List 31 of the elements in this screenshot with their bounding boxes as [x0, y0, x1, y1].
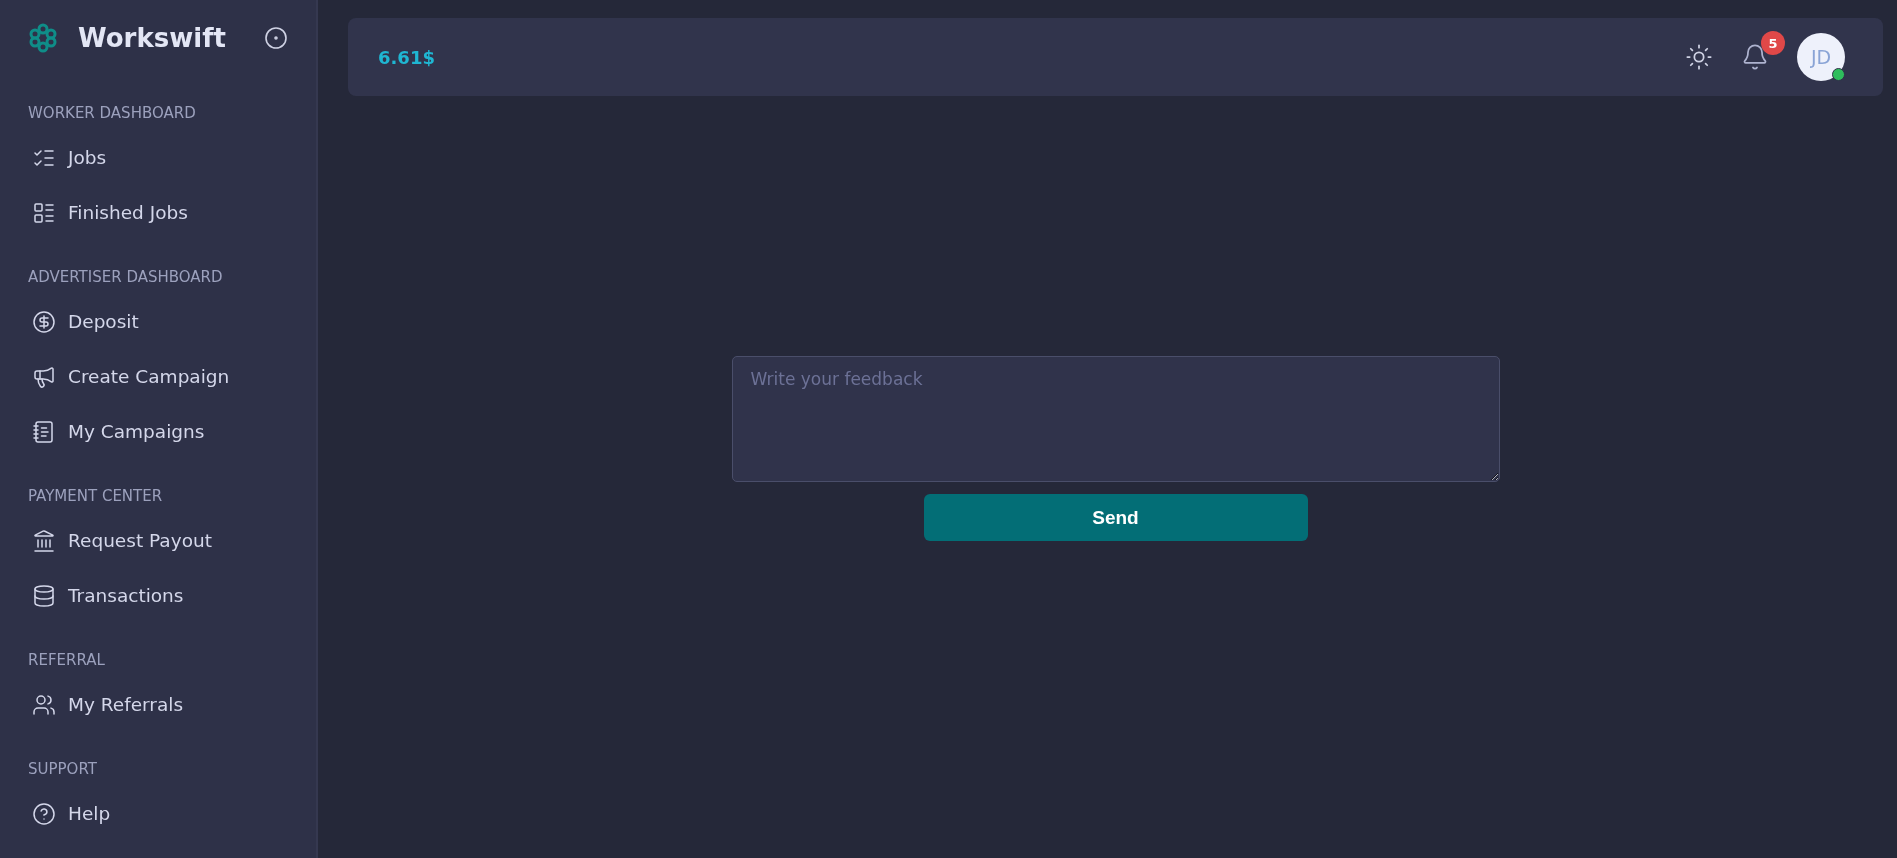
megaphone-icon — [32, 364, 56, 389]
document-icon — [32, 419, 56, 444]
balance: 6.61$ — [378, 46, 436, 68]
bank-icon — [32, 528, 56, 553]
sidebar-item[interactable]: Jobs — [28, 130, 316, 185]
feedback-field[interactable]: Write your feedback — [731, 356, 1500, 482]
sidebar-item[interactable]: Transactions — [28, 568, 316, 623]
toggle-icon[interactable] — [264, 26, 288, 50]
list-icon — [32, 200, 56, 225]
sidebar-item[interactable]: Deposit — [28, 294, 316, 349]
sidebar-item[interactable]: Help — [28, 786, 316, 841]
sidebar-item[interactable]: My Referrals — [28, 677, 316, 732]
database-icon — [32, 583, 56, 608]
section-title: WORKER DASHBOARD — [28, 104, 197, 122]
notification-badge: 5 — [1761, 31, 1785, 55]
dollar-icon — [32, 309, 56, 334]
help-icon — [32, 801, 56, 826]
sidebar-item[interactable]: Request Payout — [28, 513, 316, 568]
sun-icon[interactable] — [1685, 43, 1713, 71]
section-title: ADVERTISER DASHBOARD — [28, 268, 224, 286]
users-icon — [32, 692, 56, 717]
notification-bell-icon[interactable] — [1741, 43, 1769, 71]
sidebar-item[interactable]: Create Campaign — [28, 349, 316, 404]
section-title: SUPPORT — [28, 760, 98, 778]
section-title: REFERRAL — [28, 651, 106, 669]
logo-icon — [28, 23, 58, 53]
section-title: PAYMENT CENTER — [28, 487, 164, 505]
brand-name: Workswift — [78, 23, 227, 53]
sidebar-item[interactable]: My Campaigns — [28, 404, 316, 459]
send-button[interactable]: Send — [923, 494, 1308, 541]
sidebar-item[interactable]: Finished Jobs — [28, 185, 316, 240]
